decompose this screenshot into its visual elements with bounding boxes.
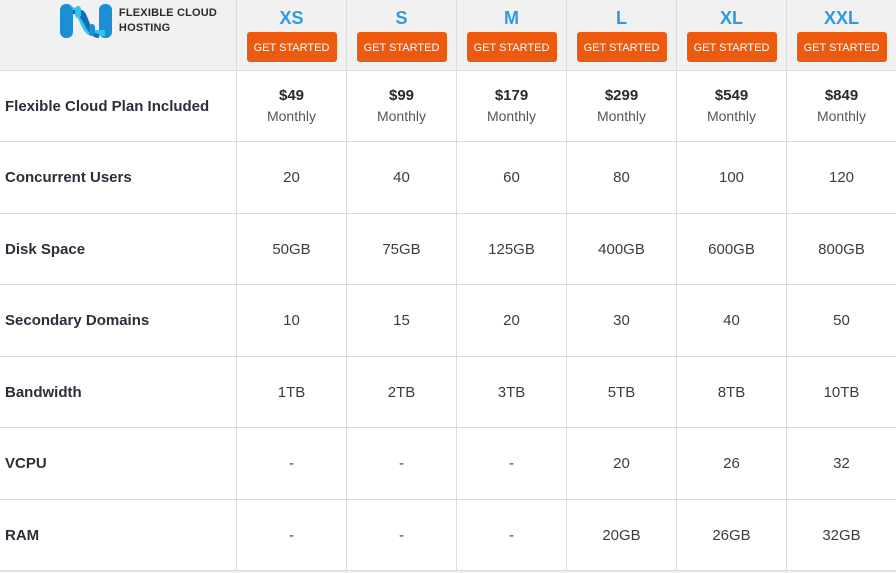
row-label-bandwidth: Bandwidth xyxy=(0,357,237,428)
concurrent-users-cell: 40 xyxy=(347,142,457,214)
get-started-button-xl[interactable]: GET STARTED xyxy=(686,31,777,62)
plan-name: XXL xyxy=(823,7,859,28)
bandwidth-cell: 2TB xyxy=(347,357,457,428)
price-cell-xl: $549 Monthly xyxy=(677,71,787,142)
plan-name: L xyxy=(616,7,627,28)
disk-space-cell: 75GB xyxy=(347,214,457,285)
plan-header-xl: XL GET STARTED xyxy=(677,0,787,71)
price-amount: $49 xyxy=(278,87,305,104)
nh-logo-icon xyxy=(59,4,112,38)
brand-name: FLEXIBLE CLOUD HOSTING xyxy=(119,6,217,36)
price-cell-s: $99 Monthly xyxy=(347,71,457,142)
price-period: Monthly xyxy=(706,108,757,124)
ram-cell: - xyxy=(457,500,567,571)
vcpu-cell: 20 xyxy=(567,428,677,500)
get-started-button-m[interactable]: GET STARTED xyxy=(466,31,557,62)
brand-logo: FLEXIBLE CLOUD HOSTING xyxy=(59,0,217,42)
price-period: Monthly xyxy=(596,108,647,124)
price-amount: $99 xyxy=(388,87,415,104)
plan-header-xxl: XXL GET STARTED xyxy=(787,0,896,71)
price-amount: $549 xyxy=(714,87,749,104)
get-started-button-xxl[interactable]: GET STARTED xyxy=(796,31,887,62)
secondary-domains-cell: 10 xyxy=(237,285,347,357)
concurrent-users-cell: 20 xyxy=(237,142,347,214)
price-cell-xs: $49 Monthly xyxy=(237,71,347,142)
ram-cell: 26GB xyxy=(677,500,787,571)
price-period: Monthly xyxy=(376,108,427,124)
get-started-button-l[interactable]: GET STARTED xyxy=(576,31,667,62)
disk-space-cell: 800GB xyxy=(787,214,896,285)
plan-header-xs: XS GET STARTED xyxy=(237,0,347,71)
bandwidth-cell: 3TB xyxy=(457,357,567,428)
disk-space-cell: 50GB xyxy=(237,214,347,285)
plan-name: XS xyxy=(279,7,304,28)
brand-name-line1: FLEXIBLE CLOUD xyxy=(118,7,218,19)
ram-cell: 32GB xyxy=(787,500,896,571)
plan-name: M xyxy=(504,7,519,28)
vcpu-cell: - xyxy=(457,428,567,500)
price-amount: $849 xyxy=(824,87,859,104)
bandwidth-cell: 5TB xyxy=(567,357,677,428)
ram-cell: 20GB xyxy=(567,500,677,571)
disk-space-cell: 400GB xyxy=(567,214,677,285)
vcpu-cell: - xyxy=(237,428,347,500)
vcpu-cell: 26 xyxy=(677,428,787,500)
bandwidth-cell: 10TB xyxy=(787,357,896,428)
row-label-plan-included: Flexible Cloud Plan Included xyxy=(0,71,237,142)
plan-header-m: M GET STARTED xyxy=(457,0,567,71)
plan-name: S xyxy=(395,7,408,28)
row-label-ram: RAM xyxy=(0,500,237,571)
secondary-domains-cell: 50 xyxy=(787,285,896,357)
price-period: Monthly xyxy=(266,108,317,124)
disk-space-cell: 600GB xyxy=(677,214,787,285)
price-amount: $179 xyxy=(494,87,529,104)
plan-header-l: L GET STARTED xyxy=(567,0,677,71)
brand-name-line2: HOSTING xyxy=(118,22,171,34)
ram-cell: - xyxy=(347,500,457,571)
price-period: Monthly xyxy=(816,108,867,124)
secondary-domains-cell: 40 xyxy=(677,285,787,357)
bandwidth-cell: 8TB xyxy=(677,357,787,428)
secondary-domains-cell: 30 xyxy=(567,285,677,357)
row-label-vcpu: VCPU xyxy=(0,428,237,500)
row-label-disk-space: Disk Space xyxy=(0,214,237,285)
concurrent-users-cell: 100 xyxy=(677,142,787,214)
logo-cell: FLEXIBLE CLOUD HOSTING xyxy=(0,0,237,71)
pricing-table: FLEXIBLE CLOUD HOSTING XS GET STARTED S … xyxy=(0,0,896,573)
concurrent-users-cell: 80 xyxy=(567,142,677,214)
concurrent-users-cell: 120 xyxy=(787,142,896,214)
row-label-secondary-domains: Secondary Domains xyxy=(0,285,237,357)
get-started-button-xs[interactable]: GET STARTED xyxy=(246,31,337,62)
bandwidth-cell: 1TB xyxy=(237,357,347,428)
price-cell-xxl: $849 Monthly xyxy=(787,71,896,142)
price-cell-l: $299 Monthly xyxy=(567,71,677,142)
plan-name: XL xyxy=(719,7,743,28)
price-period: Monthly xyxy=(486,108,537,124)
price-amount: $299 xyxy=(604,87,639,104)
vcpu-cell: 32 xyxy=(787,428,896,500)
ram-cell: - xyxy=(237,500,347,571)
vcpu-cell: - xyxy=(347,428,457,500)
price-cell-m: $179 Monthly xyxy=(457,71,567,142)
plan-header-s: S GET STARTED xyxy=(347,0,457,71)
secondary-domains-cell: 20 xyxy=(457,285,567,357)
secondary-domains-cell: 15 xyxy=(347,285,457,357)
get-started-button-s[interactable]: GET STARTED xyxy=(356,31,447,62)
concurrent-users-cell: 60 xyxy=(457,142,567,214)
disk-space-cell: 125GB xyxy=(457,214,567,285)
row-label-concurrent-users: Concurrent Users xyxy=(0,142,237,214)
